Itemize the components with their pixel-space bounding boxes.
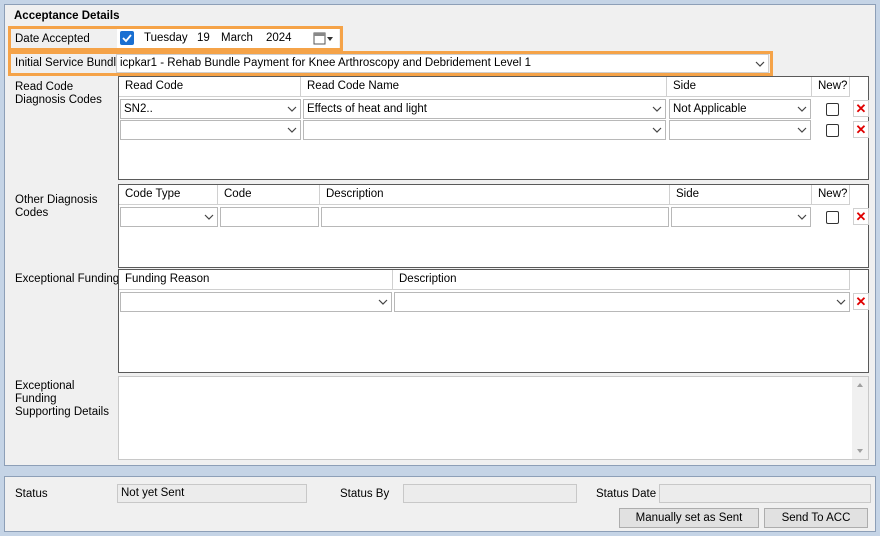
description-cell[interactable] — [321, 207, 669, 227]
new-checkbox[interactable] — [826, 103, 839, 116]
read-code-name-cell[interactable] — [303, 120, 666, 140]
status-by-label: Status By — [340, 488, 390, 500]
new-checkbox[interactable] — [826, 211, 839, 224]
header-read-code-name[interactable]: Read Code Name — [301, 77, 667, 97]
read-code-value: SN2.. — [124, 103, 153, 115]
status-field: Not yet Sent — [117, 484, 307, 503]
delete-row-icon[interactable]: ✕ — [853, 293, 869, 310]
read-code-name-value: Effects of heat and light — [307, 103, 427, 115]
status-by-field — [403, 484, 577, 503]
supporting-details-label: Exceptional Funding Supporting Details — [15, 380, 109, 418]
chevron-down-icon[interactable] — [795, 101, 809, 117]
header-side[interactable]: Side — [667, 77, 812, 97]
header-read-code[interactable]: Read Code — [119, 77, 301, 97]
other-diagnosis-grid[interactable]: Code Type Code Description Side New? ✕ — [118, 184, 869, 268]
textarea-scrollbar[interactable] — [852, 377, 868, 459]
read-code-cell[interactable]: SN2.. — [120, 99, 301, 119]
chevron-down-icon[interactable] — [795, 209, 809, 225]
chevron-down-icon[interactable] — [285, 122, 299, 138]
status-label: Status — [15, 488, 48, 500]
date-accepted-label: Date Accepted — [15, 33, 90, 45]
date-weekday[interactable]: Tuesday — [144, 32, 188, 44]
side-cell[interactable] — [669, 120, 811, 140]
code-type-cell[interactable] — [120, 207, 218, 227]
exceptional-funding-label: Exceptional Funding — [15, 273, 120, 285]
status-date-label: Status Date — [596, 488, 657, 500]
header-funding-reason[interactable]: Funding Reason — [119, 270, 393, 290]
funding-description-cell[interactable] — [394, 292, 850, 312]
read-code-label: Read Code Diagnosis Codes — [15, 81, 102, 106]
side-value: Not Applicable — [673, 103, 747, 115]
acceptance-panel: Acceptance Details Date Accepted Tuesday… — [4, 4, 876, 466]
manually-set-sent-button[interactable]: Manually set as Sent — [619, 508, 759, 528]
new-checkbox[interactable] — [826, 124, 839, 137]
read-code-cell[interactable] — [120, 120, 301, 140]
header-description[interactable]: Description — [320, 185, 670, 205]
funding-reason-cell[interactable] — [120, 292, 392, 312]
chevron-down-icon[interactable] — [202, 209, 216, 225]
service-bundle-select[interactable]: icpkar1 - Rehab Bundle Payment for Knee … — [116, 54, 769, 73]
chevron-down-icon[interactable] — [753, 56, 767, 72]
header-side[interactable]: Side — [670, 185, 812, 205]
side-cell[interactable] — [671, 207, 811, 227]
date-accepted-picker[interactable]: Tuesday 19 March 2024 — [117, 29, 339, 48]
chevron-down-icon[interactable] — [834, 294, 848, 310]
exceptional-funding-grid[interactable]: Funding Reason Description ✕ — [118, 269, 869, 373]
send-to-acc-button[interactable]: Send To ACC — [764, 508, 868, 528]
date-day[interactable]: 19 — [197, 32, 210, 44]
header-new[interactable]: New? — [812, 77, 850, 97]
read-code-grid[interactable]: Read Code Read Code Name Side New? SN2..… — [118, 76, 869, 180]
delete-row-icon[interactable]: ✕ — [853, 100, 869, 117]
delete-row-icon[interactable]: ✕ — [853, 121, 869, 138]
header-funding-description[interactable]: Description — [393, 270, 850, 290]
supporting-details-textarea[interactable] — [118, 376, 869, 460]
status-panel: Status Not yet Sent Status By Status Dat… — [4, 476, 876, 532]
read-code-name-cell[interactable]: Effects of heat and light — [303, 99, 666, 119]
delete-row-icon[interactable]: ✕ — [853, 208, 869, 225]
service-bundle-value: icpkar1 - Rehab Bundle Payment for Knee … — [120, 57, 532, 69]
date-year[interactable]: 2024 — [266, 32, 292, 44]
service-bundle-label: Initial Service Bundle — [15, 57, 123, 69]
header-code[interactable]: Code — [218, 185, 320, 205]
chevron-down-icon[interactable] — [650, 101, 664, 117]
chevron-down-icon[interactable] — [650, 122, 664, 138]
header-new[interactable]: New? — [812, 185, 850, 205]
status-date-field — [659, 484, 871, 503]
header-code-type[interactable]: Code Type — [119, 185, 218, 205]
chevron-down-icon[interactable] — [285, 101, 299, 117]
date-enabled-checkbox[interactable] — [120, 31, 134, 45]
calendar-icon[interactable] — [313, 31, 335, 46]
other-diagnosis-label: Other Diagnosis Codes — [15, 194, 98, 219]
chevron-down-icon[interactable] — [376, 294, 390, 310]
chevron-down-icon[interactable] — [795, 122, 809, 138]
side-cell[interactable]: Not Applicable — [669, 99, 811, 119]
section-title: Acceptance Details — [14, 10, 120, 22]
date-month[interactable]: March — [221, 32, 253, 44]
code-cell[interactable] — [220, 207, 319, 227]
